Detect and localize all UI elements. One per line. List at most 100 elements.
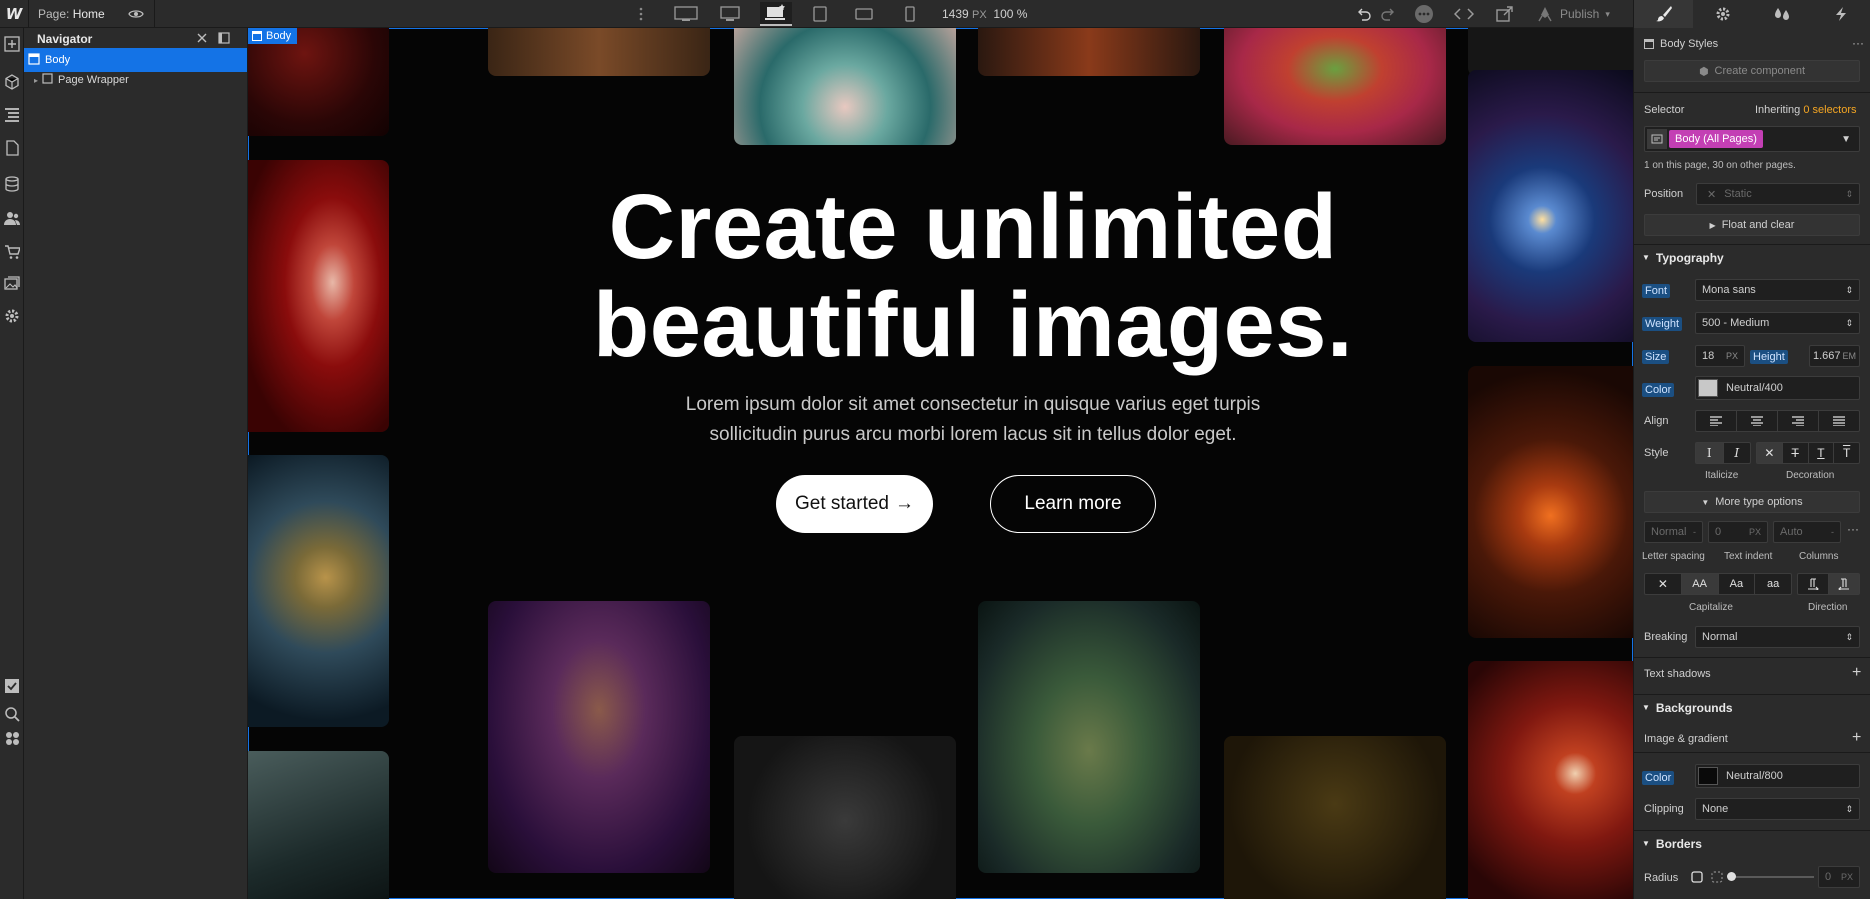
- publish-button[interactable]: Publish ▾: [1536, 6, 1610, 22]
- color-swatch[interactable]: [1698, 767, 1718, 785]
- radius-slider-handle[interactable]: [1727, 872, 1736, 881]
- users-icon[interactable]: [2, 208, 22, 228]
- underline-icon[interactable]: T: [1809, 443, 1835, 463]
- add-element-icon[interactable]: [2, 34, 22, 54]
- background-color-picker[interactable]: Neutral/800: [1695, 764, 1860, 788]
- dock-panel-icon[interactable]: [218, 32, 230, 47]
- overline-icon[interactable]: T: [1834, 443, 1859, 463]
- redo-icon[interactable]: [1380, 6, 1396, 25]
- uppercase-option[interactable]: AA: [1681, 574, 1719, 594]
- font-select[interactable]: Mona sans ⇕: [1695, 279, 1860, 301]
- add-background-plus-icon[interactable]: +: [1852, 729, 1861, 747]
- lowercase-option[interactable]: aa: [1755, 574, 1791, 594]
- get-started-button[interactable]: Get started →: [776, 475, 933, 533]
- audit-checklist-icon[interactable]: [2, 676, 22, 696]
- webflow-logo[interactable]: W: [0, 0, 28, 28]
- radius-all-icon[interactable]: [1691, 871, 1703, 886]
- breakpoint-mobile-landscape-icon[interactable]: [848, 2, 880, 26]
- text-indent-input[interactable]: 0 PX: [1708, 521, 1768, 543]
- font-value: Mona sans: [1702, 284, 1756, 296]
- learn-more-button[interactable]: Learn more: [990, 475, 1156, 533]
- align-center-icon[interactable]: [1737, 411, 1778, 431]
- undo-icon[interactable]: [1356, 6, 1372, 25]
- radius-individual-icon[interactable]: [1711, 871, 1723, 886]
- decoration-none-icon[interactable]: ✕: [1757, 443, 1783, 463]
- italic-on-icon[interactable]: I: [1724, 443, 1751, 463]
- share-icon[interactable]: [1496, 5, 1514, 26]
- breakpoint-tablet-icon[interactable]: [804, 2, 836, 26]
- align-right-icon[interactable]: [1778, 411, 1819, 431]
- interactions-bolt-icon[interactable]: [1811, 0, 1870, 28]
- apps-icon[interactable]: [2, 728, 22, 748]
- selector-chip[interactable]: Body (All Pages): [1669, 130, 1763, 148]
- clipping-select[interactable]: None ⇕: [1695, 798, 1860, 820]
- breaking-select[interactable]: Normal ⇕: [1695, 626, 1860, 648]
- direction-ltr-icon[interactable]: [1798, 574, 1829, 594]
- line-height-unit[interactable]: EM: [1843, 351, 1857, 361]
- capitalize-none-icon[interactable]: ✕: [1645, 574, 1682, 594]
- style-manager-drops-icon[interactable]: [1752, 0, 1811, 28]
- code-export-icon[interactable]: [1453, 6, 1475, 25]
- radius-unit[interactable]: PX: [1841, 872, 1853, 882]
- ecommerce-cart-icon[interactable]: [2, 242, 22, 262]
- components-icon[interactable]: [2, 72, 22, 92]
- position-select[interactable]: ✕ Static ⇕: [1696, 183, 1860, 205]
- settings-gear-icon[interactable]: [2, 306, 22, 326]
- strikethrough-icon[interactable]: T: [1783, 443, 1809, 463]
- line-height-input[interactable]: 1.667 EM: [1809, 345, 1860, 367]
- inheriting-note[interactable]: Inheriting 0 selectors: [1755, 104, 1857, 116]
- preview-eye-icon[interactable]: [128, 6, 144, 22]
- caret-right-icon: ▶: [1709, 220, 1716, 230]
- radius-input[interactable]: 0 PX: [1818, 866, 1860, 888]
- navigator-icon[interactable]: [2, 104, 22, 124]
- breakpoint-desktop-icon[interactable]: [760, 2, 792, 26]
- borders-section-header[interactable]: ▼ Borders: [1634, 830, 1870, 856]
- search-icon[interactable]: [2, 704, 22, 724]
- letter-spacing-input[interactable]: Normal -: [1644, 521, 1703, 543]
- comments-icon[interactable]: [1414, 4, 1434, 27]
- backgrounds-section-header[interactable]: ▼ Backgrounds: [1634, 694, 1870, 720]
- typography-section-header[interactable]: ▼ Typography: [1634, 244, 1870, 270]
- assets-icon[interactable]: [2, 274, 22, 294]
- selector-field[interactable]: Body (All Pages) ▼: [1644, 126, 1860, 152]
- decoration-control: ✕ T T T: [1756, 442, 1860, 464]
- chevron-down-icon[interactable]: ▼: [1841, 134, 1851, 145]
- create-component-button[interactable]: ⬢ Create component: [1644, 60, 1860, 82]
- direction-rtl-icon[interactable]: [1829, 574, 1859, 594]
- design-canvas[interactable]: Body Create unlimited beautiful images. …: [248, 28, 1633, 899]
- breakpoint-mobile-icon[interactable]: [894, 2, 926, 26]
- nav-tree-item-page-wrapper[interactable]: ▸ Page Wrapper: [24, 68, 247, 92]
- settings-tab-gear-icon[interactable]: [1693, 0, 1752, 28]
- chevron-updown-icon: ⇕: [1845, 803, 1853, 814]
- weight-select[interactable]: 500 - Medium ⇕: [1695, 312, 1860, 334]
- align-left-icon[interactable]: [1696, 411, 1737, 431]
- breakpoint-xl-icon[interactable]: [670, 2, 702, 26]
- style-tab-brush-icon[interactable]: [1634, 0, 1693, 28]
- text-color-label: Color: [1642, 383, 1675, 397]
- font-size-unit[interactable]: PX: [1726, 351, 1738, 361]
- breakpoint-large-icon[interactable]: [714, 2, 746, 26]
- caret-down-icon: ▼: [1642, 253, 1650, 262]
- font-size-input[interactable]: 18 PX: [1695, 345, 1745, 367]
- text-color-picker[interactable]: Neutral/400: [1695, 376, 1860, 400]
- more-type-options-toggle[interactable]: ▼ More type options: [1644, 491, 1860, 513]
- italic-off-icon[interactable]: I: [1696, 443, 1724, 463]
- align-justify-icon[interactable]: [1819, 411, 1859, 431]
- caret-right-icon[interactable]: ▸: [34, 76, 38, 85]
- close-icon[interactable]: [196, 32, 208, 47]
- style-panel: Body Styles ··· ⬢ Create component Selec…: [1633, 0, 1870, 899]
- more-vertical-icon[interactable]: [636, 6, 646, 22]
- page-selector[interactable]: Page: Home: [38, 7, 105, 21]
- text-indent-unit[interactable]: PX: [1749, 527, 1761, 537]
- radius-slider-track[interactable]: [1729, 876, 1814, 878]
- color-swatch[interactable]: [1698, 379, 1718, 397]
- pages-icon[interactable]: [2, 138, 22, 158]
- columns-input[interactable]: Auto -: [1773, 521, 1841, 543]
- float-clear-toggle[interactable]: ▶ Float and clear: [1644, 214, 1860, 236]
- selector-mode-icon[interactable]: [1647, 129, 1667, 149]
- capitalize-option[interactable]: Aa: [1719, 574, 1756, 594]
- cms-database-icon[interactable]: [2, 174, 22, 194]
- more-horizontal-icon[interactable]: ···: [1847, 522, 1859, 536]
- more-horizontal-icon[interactable]: ···: [1852, 36, 1864, 50]
- add-text-shadow-plus-icon[interactable]: +: [1852, 664, 1861, 682]
